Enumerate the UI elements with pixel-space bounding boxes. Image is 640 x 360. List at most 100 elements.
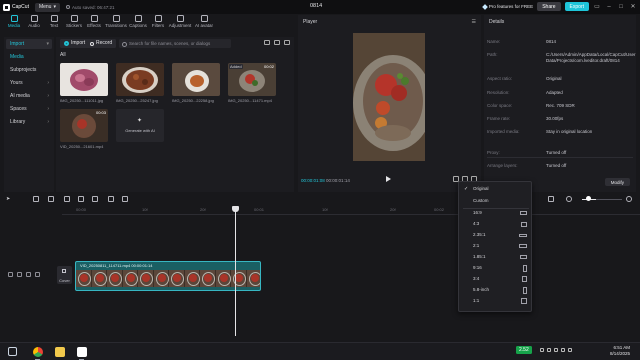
details-title: Details [489, 19, 505, 25]
tab-media[interactable]: Media [4, 15, 24, 35]
volume-icon[interactable] [554, 348, 558, 352]
lock-icon[interactable] [8, 272, 13, 277]
all-filter-label[interactable]: All [60, 52, 66, 58]
project-title[interactable]: 0814 [310, 3, 322, 9]
split-icon[interactable] [64, 196, 70, 202]
sidebar-item-ai-media[interactable]: AI media › [6, 91, 52, 101]
file-explorer-icon[interactable] [55, 347, 65, 357]
clip-frame [169, 270, 185, 287]
sidebar-item-library[interactable]: Library › [6, 117, 52, 127]
ruler-label: 00:01 [254, 207, 265, 212]
sort-icon[interactable] [264, 40, 270, 45]
video-preview[interactable] [353, 33, 425, 161]
media-panel: + Import Record Search for file names, sc… [56, 37, 294, 192]
video-clip[interactable]: VID_20250811_114711.mp4 00:00:01:14 [75, 261, 261, 291]
divider [487, 157, 633, 158]
zoom-out-icon[interactable] [566, 196, 572, 202]
ratio-label: 3:4 [473, 276, 480, 281]
ratio-option-5-8-inch[interactable]: 5.8-inch [459, 285, 533, 295]
tab-captions[interactable]: Captions [128, 15, 148, 35]
menu-button[interactable]: Menu ▾ [34, 2, 60, 12]
network-icon[interactable] [547, 348, 551, 352]
stock-widget[interactable]: 2.52 [516, 346, 532, 354]
playhead[interactable] [235, 206, 236, 336]
sidebar-item-label: Spaces [10, 106, 27, 112]
tab-text[interactable]: Text [44, 15, 64, 35]
audio-icon[interactable] [26, 272, 31, 277]
timecode: 00:00:01:08 00:00:01:14 [301, 178, 350, 183]
tab-ai-avatar[interactable]: AI avatar [192, 15, 216, 35]
tab-audio[interactable]: Audio [24, 15, 44, 35]
timeline[interactable]: 00:00 10f 20f 00:01 10f 20f 00:02 Cover … [0, 206, 640, 340]
ruler-label: 00:00 [76, 207, 87, 212]
sidebar-item-media[interactable]: Media [6, 52, 52, 62]
duration-badge: 00:03 [95, 110, 106, 115]
tab-filters[interactable]: Filters [148, 15, 168, 35]
filter-icon[interactable] [274, 40, 280, 45]
start-icon[interactable] [8, 347, 17, 356]
tab-transitions[interactable]: Transitions [104, 15, 128, 35]
ratio-option-9-16[interactable]: 9:16 [459, 263, 533, 273]
import-button[interactable]: + Import [60, 39, 90, 48]
undo-icon[interactable] [33, 196, 39, 202]
tab-stickers[interactable]: Stickers [64, 15, 84, 35]
avatar-icon [200, 15, 208, 22]
effects-icon [90, 15, 98, 22]
export-button[interactable]: Export [564, 2, 589, 11]
search-input[interactable]: Search for file names, scenes, or dialog… [119, 39, 231, 48]
zoom-in-icon[interactable] [626, 196, 632, 202]
media-item[interactable] [116, 63, 164, 96]
tab-adjustment[interactable]: Adjustment [168, 15, 192, 35]
minimize-icon[interactable]: – [605, 4, 613, 10]
sidebar-item-yours[interactable]: Yours › [6, 78, 52, 88]
chrome-icon[interactable] [33, 347, 43, 357]
sidebar-item-spaces[interactable]: Spaces › [6, 104, 52, 114]
grid-view-icon[interactable] [284, 40, 290, 45]
ratio-option-original[interactable]: ✓ Original [459, 184, 533, 194]
modify-button[interactable]: Modify [604, 178, 630, 186]
record-button[interactable]: Record [86, 39, 117, 48]
eye-icon[interactable] [17, 272, 22, 277]
ratio-option-2-35-1[interactable]: 2.35:1 [459, 230, 533, 240]
maximize-icon[interactable]: □ [617, 4, 625, 10]
media-item[interactable]: 00:03 [60, 109, 108, 142]
pro-features-button[interactable]: Pro features for FREE [482, 3, 533, 10]
language-icon[interactable] [568, 348, 572, 352]
tab-label: Text [49, 23, 59, 28]
ratio-option-4-3[interactable]: 4:3 [459, 219, 533, 229]
ratio-option-1-1[interactable]: 1:1 [459, 296, 533, 306]
redo-icon[interactable] [48, 196, 54, 202]
share-button[interactable]: Share [537, 2, 561, 11]
ratio-option-2-1[interactable]: 2:1 [459, 241, 533, 251]
media-item[interactable] [60, 63, 108, 96]
layout-icon[interactable]: ▭ [593, 3, 601, 10]
menu-icon[interactable]: ☰ [472, 19, 476, 25]
delete-icon[interactable] [108, 196, 114, 202]
ratio-option-1-85-1[interactable]: 1.85:1 [459, 252, 533, 262]
sidebar-item-import[interactable]: Import ▾ [6, 39, 52, 49]
capcut-taskbar-icon[interactable] [77, 347, 87, 357]
more-icon[interactable] [35, 272, 40, 277]
play-icon[interactable] [386, 176, 391, 182]
battery-icon[interactable] [561, 348, 565, 352]
close-icon[interactable]: ✕ [629, 3, 637, 10]
select-cursor-icon[interactable]: ➤ [6, 196, 12, 202]
media-item[interactable] [172, 63, 220, 96]
generate-with-ai-tile[interactable]: ✦ Generate with AI [116, 109, 164, 142]
clock[interactable]: 6:51 AM 8/14/2025 [610, 345, 630, 357]
zoom-slider-handle[interactable] [586, 196, 591, 201]
delete-left-icon[interactable] [78, 196, 84, 202]
ratio-option-16-9[interactable]: 16:9 [459, 208, 533, 218]
cover-button[interactable]: Cover [57, 266, 72, 284]
media-item[interactable]: Added 00:02 [228, 63, 276, 96]
shield-icon[interactable] [122, 196, 128, 202]
details-panel: Details Name: 0814 Path: C:/Users/Admin/Ap… [484, 15, 636, 192]
ratio-option-3-4[interactable]: 3:4 [459, 274, 533, 284]
autosave-text: Auto saved: 06:47:21 [71, 4, 115, 10]
chevron-up-icon[interactable] [540, 348, 544, 352]
ratio-option-custom[interactable]: Custom [459, 196, 533, 206]
delete-right-icon[interactable] [92, 196, 98, 202]
link-icon[interactable] [548, 196, 554, 202]
tab-effects[interactable]: Effects [84, 15, 104, 35]
sidebar-item-subprojects[interactable]: Subprojects [6, 65, 52, 75]
